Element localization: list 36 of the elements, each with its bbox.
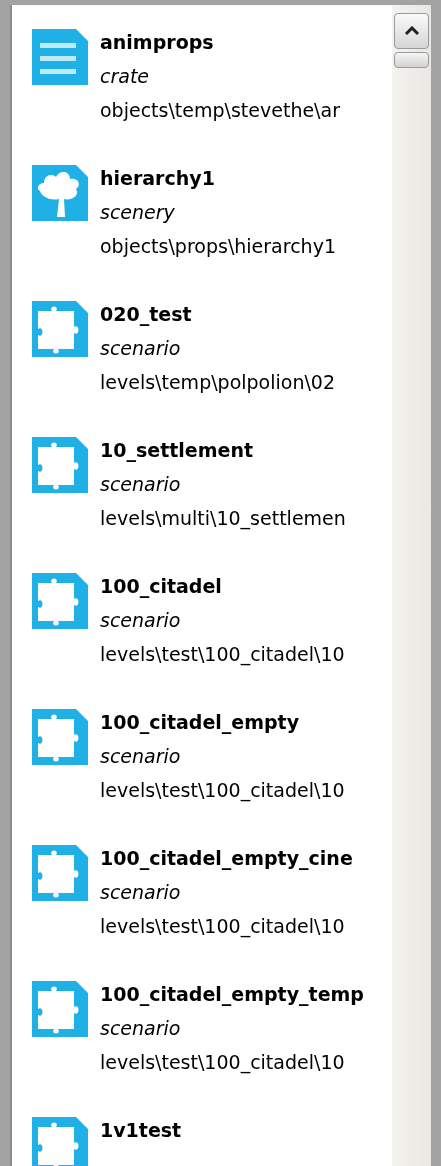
chevron-up-icon <box>403 26 420 36</box>
item-type: scenario <box>100 1016 182 1041</box>
item-path: levels\multi\10_settlemen <box>100 506 346 532</box>
item-name[interactable]: 100_citadel_empty <box>100 705 345 739</box>
scroll-up-button[interactable] <box>394 13 429 49</box>
item-name[interactable]: 100_citadel <box>100 569 345 603</box>
item-type: scenario <box>100 744 182 769</box>
item-name[interactable]: hierarchy1 <box>100 161 336 195</box>
item-path: levels\test\100_citadel\10 <box>100 642 345 668</box>
puzzle-icon <box>30 707 90 767</box>
scrollbar-thumb[interactable] <box>394 52 429 68</box>
puzzle-icon <box>30 435 90 495</box>
item-name[interactable]: 020_test <box>100 297 336 331</box>
item-path: levels\temp\polpolion\02 <box>100 370 336 395</box>
item-type: scenario <box>100 880 182 905</box>
item-name[interactable]: 1v1test <box>100 1113 182 1147</box>
tree-icon <box>30 163 90 223</box>
item-name[interactable]: animprops <box>100 25 340 59</box>
item-name[interactable]: 100_citadel_empty_cine <box>100 841 353 875</box>
item-type: scenario <box>100 608 182 633</box>
document-icon <box>30 27 90 87</box>
item-name[interactable]: 10_settlement <box>100 433 346 467</box>
puzzle-icon <box>30 299 90 359</box>
item-type: crate <box>100 64 151 89</box>
item-type: scenario <box>100 472 182 497</box>
item-type: scenario <box>100 336 182 361</box>
item-path: objects\props\hierarchy1 <box>100 234 336 259</box>
item-path: levels\test\100_citadel\10 <box>100 778 345 804</box>
item-name[interactable]: 100_citadel_empty_temp <box>100 977 364 1011</box>
item-path: levels\test\100_citadel\10 <box>100 914 346 940</box>
item-path: objects\temp\stevethe\ar <box>100 98 340 123</box>
item-type: scenery <box>100 200 176 225</box>
item-path: levels\test\100_citadel\10 <box>100 1050 346 1076</box>
puzzle-icon <box>30 979 90 1039</box>
puzzle-icon <box>30 843 90 903</box>
puzzle-icon <box>30 571 90 631</box>
